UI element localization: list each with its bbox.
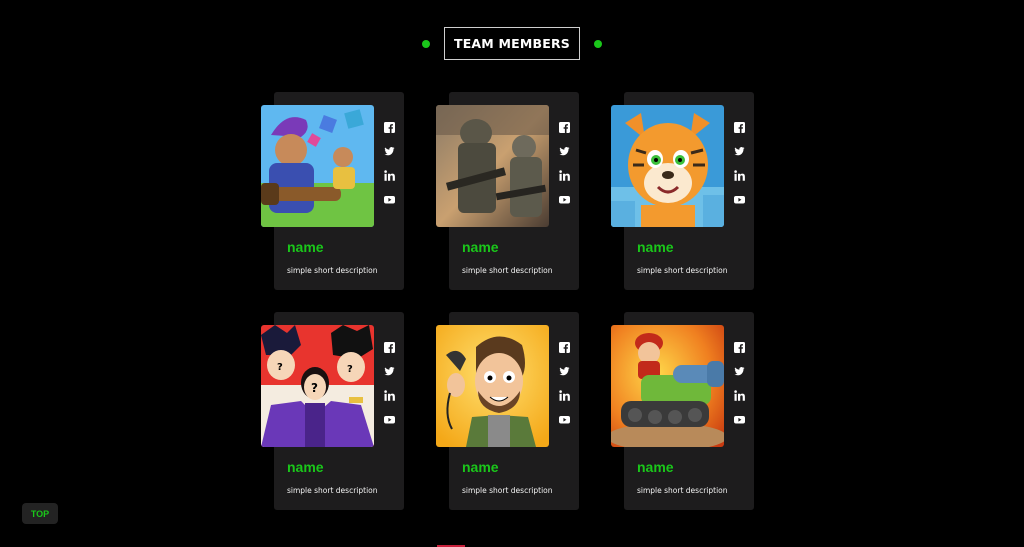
twitter-icon[interactable]: [734, 146, 745, 157]
twitter-icon[interactable]: [734, 366, 745, 377]
member-description: simple short description: [462, 266, 553, 275]
twitter-icon[interactable]: [559, 366, 570, 377]
team-card: name simple short description: [611, 312, 754, 510]
section-title: TEAM MEMBERS: [443, 27, 581, 60]
member-avatar: ? ? ?: [261, 325, 374, 447]
team-card: name simple short description: [261, 92, 404, 290]
social-links: [384, 122, 398, 218]
social-links: [734, 342, 748, 438]
team-card: name simple short description: [436, 92, 579, 290]
member-name: name: [287, 239, 324, 255]
social-links: [384, 342, 398, 438]
youtube-icon[interactable]: [384, 194, 395, 205]
member-avatar: [261, 105, 374, 227]
facebook-icon[interactable]: [734, 342, 745, 353]
social-links: [559, 122, 573, 218]
facebook-icon[interactable]: [384, 342, 395, 353]
facebook-icon[interactable]: [384, 122, 395, 133]
team-card: name simple short description: [611, 92, 754, 290]
left-dot-decoration: [421, 39, 430, 48]
linkedin-icon[interactable]: [734, 390, 745, 401]
member-description: simple short description: [287, 486, 378, 495]
svg-text:?: ?: [277, 362, 283, 373]
youtube-icon[interactable]: [559, 194, 570, 205]
member-avatar: [436, 325, 549, 447]
svg-text:?: ?: [347, 364, 353, 375]
linkedin-icon[interactable]: [734, 170, 745, 181]
social-links: [734, 122, 748, 218]
member-name: name: [462, 459, 499, 475]
member-description: simple short description: [462, 486, 553, 495]
member-avatar: [611, 325, 724, 447]
twitter-icon[interactable]: [384, 146, 395, 157]
member-avatar: [611, 105, 724, 227]
youtube-icon[interactable]: [734, 414, 745, 425]
right-dot-decoration: [594, 39, 603, 48]
twitter-icon[interactable]: [559, 146, 570, 157]
linkedin-icon[interactable]: [559, 390, 570, 401]
member-name: name: [462, 239, 499, 255]
member-description: simple short description: [637, 486, 728, 495]
team-card: ? ? ? name simple short description: [261, 312, 404, 510]
team-card: name simple short description: [436, 312, 579, 510]
linkedin-icon[interactable]: [384, 170, 395, 181]
member-name: name: [637, 459, 674, 475]
member-avatar: [436, 105, 549, 227]
scroll-top-button[interactable]: TOP: [22, 503, 58, 524]
twitter-icon[interactable]: [384, 366, 395, 377]
linkedin-icon[interactable]: [384, 390, 395, 401]
facebook-icon[interactable]: [559, 122, 570, 133]
youtube-icon[interactable]: [734, 194, 745, 205]
member-description: simple short description: [287, 266, 378, 275]
youtube-icon[interactable]: [559, 414, 570, 425]
section-header: TEAM MEMBERS: [0, 27, 1024, 60]
svg-text:?: ?: [311, 381, 318, 395]
facebook-icon[interactable]: [734, 122, 745, 133]
member-description: simple short description: [637, 266, 728, 275]
facebook-icon[interactable]: [559, 342, 570, 353]
linkedin-icon[interactable]: [559, 170, 570, 181]
youtube-icon[interactable]: [384, 414, 395, 425]
member-name: name: [637, 239, 674, 255]
social-links: [559, 342, 573, 438]
member-name: name: [287, 459, 324, 475]
